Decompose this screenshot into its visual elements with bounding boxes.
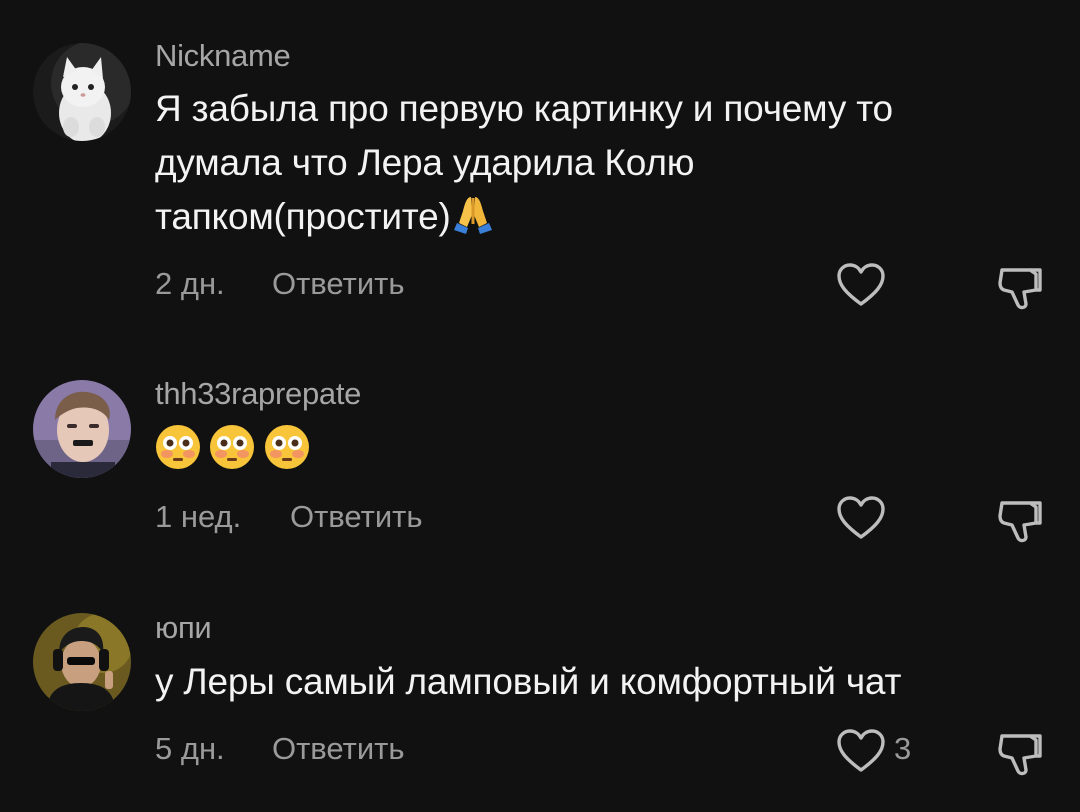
comment-time: 5 дн.	[155, 731, 225, 766]
comment-author[interactable]: юпи	[155, 610, 212, 646]
thumbs-down-outline-icon	[998, 734, 1042, 776]
person-headphones-avatar-image	[33, 613, 131, 711]
comment-text-line: у Леры самый ламповый и комфортный чат	[155, 661, 902, 702]
heart-outline-icon	[837, 729, 885, 772]
like-count: 3	[894, 731, 912, 766]
comment-item: юпи у Леры самый ламповый и комфортный ч…	[0, 0, 1080, 812]
like-button[interactable]	[836, 728, 886, 774]
avatar[interactable]	[33, 613, 131, 711]
dislike-button[interactable]	[996, 728, 1046, 778]
comment-text: у Леры самый ламповый и комфортный чат	[155, 655, 1035, 709]
reply-button[interactable]: Ответить	[272, 731, 405, 767]
